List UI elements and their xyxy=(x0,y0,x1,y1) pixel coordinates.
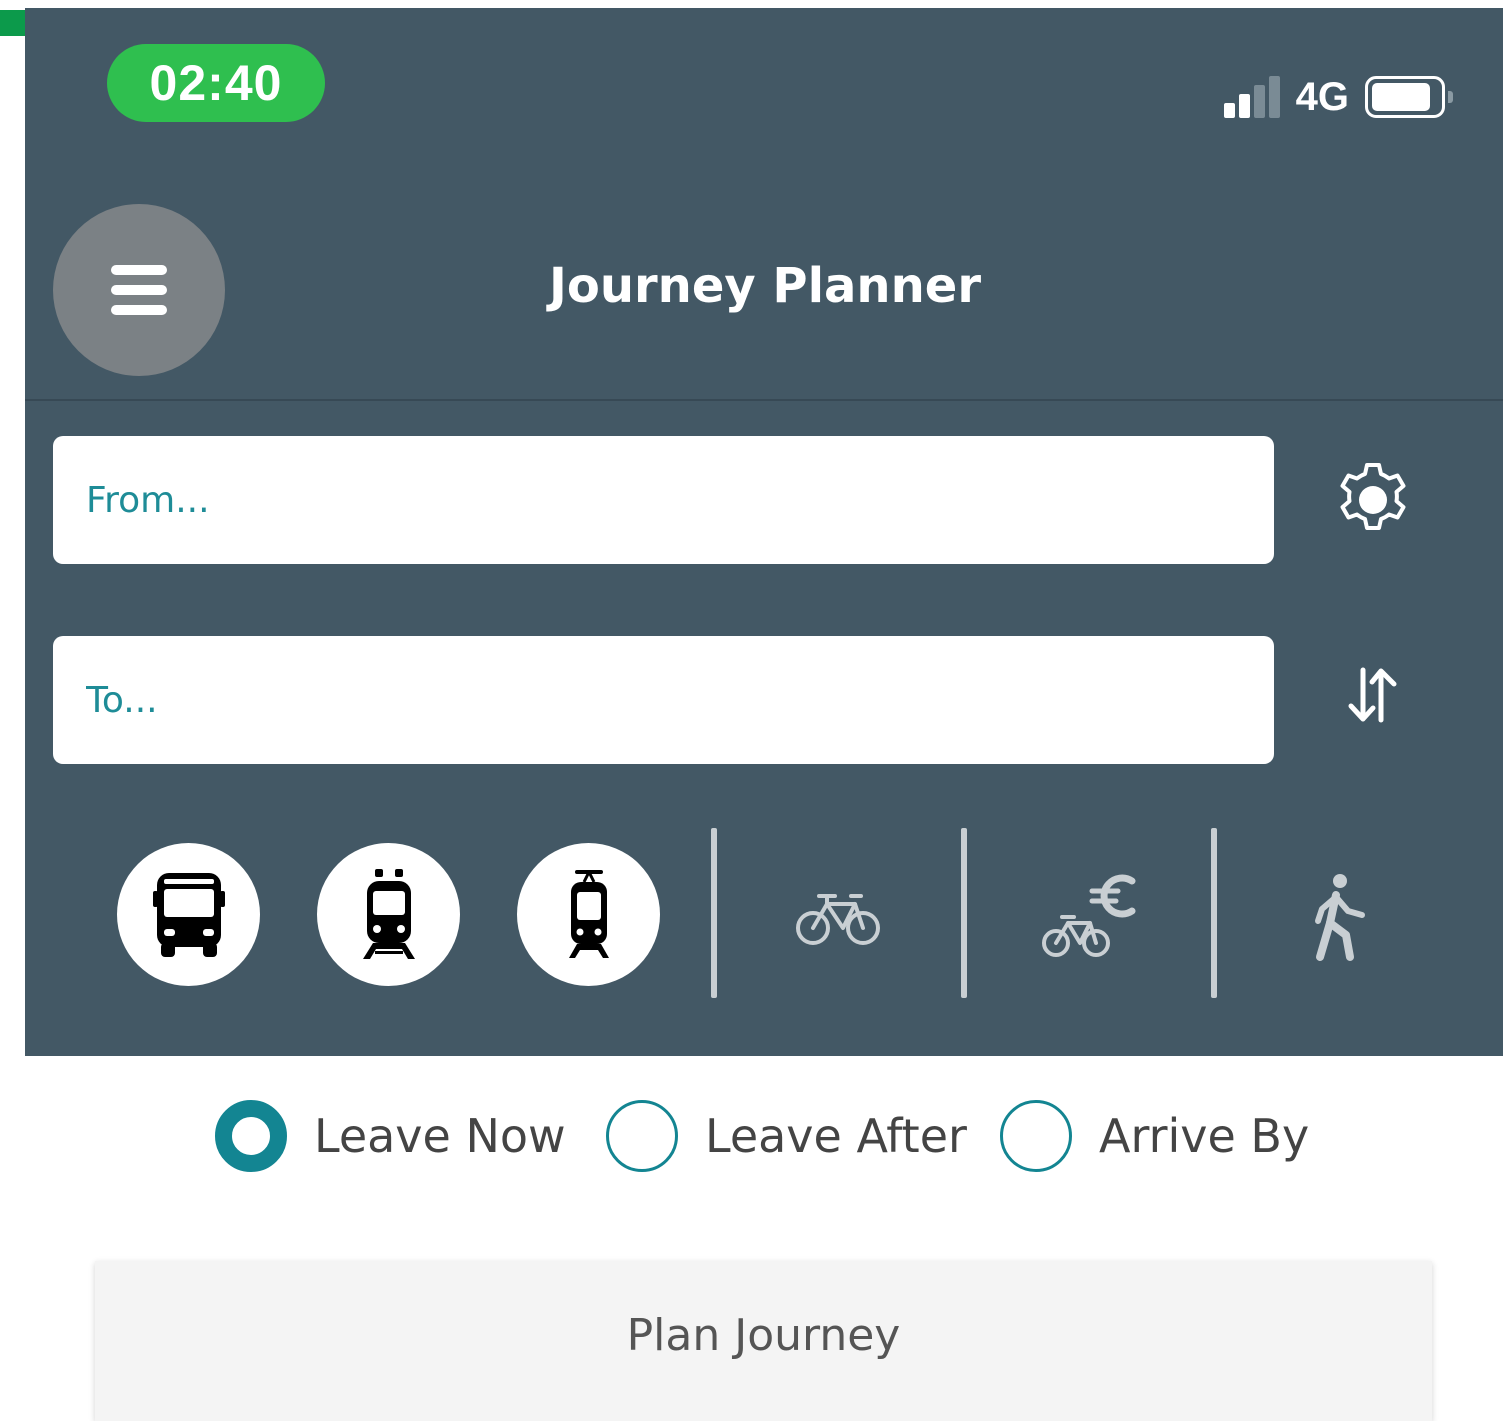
signal-strength-icon xyxy=(1223,76,1280,118)
battery-icon xyxy=(1365,76,1453,118)
tram-icon xyxy=(568,869,609,958)
mode-bike-button[interactable] xyxy=(773,858,903,978)
plan-journey-button[interactable]: Plan Journey xyxy=(95,1261,1432,1421)
leave-after-label: Leave After xyxy=(705,1109,967,1163)
swap-arrows-icon xyxy=(1348,667,1397,723)
leave-now-option[interactable]: Leave Now xyxy=(215,1096,566,1176)
leave-after-option[interactable]: Leave After xyxy=(606,1096,967,1176)
walking-person-icon xyxy=(1315,874,1365,961)
mode-separator xyxy=(961,828,967,998)
bicycle-icon xyxy=(796,894,880,945)
from-input[interactable] xyxy=(53,436,1274,564)
bike-share-euro-icon xyxy=(1042,874,1136,957)
settings-button[interactable] xyxy=(1328,455,1418,545)
arrive-by-option[interactable]: Arrive By xyxy=(1000,1096,1309,1176)
header-panel: 02:40 4G Journey Planner xyxy=(25,8,1503,1056)
bus-icon xyxy=(152,872,225,957)
status-time: 02:40 xyxy=(107,44,325,122)
radio-unchecked-icon[interactable] xyxy=(1000,1100,1072,1172)
mode-bikeshare-button[interactable] xyxy=(1023,858,1153,978)
radio-checked-icon[interactable] xyxy=(215,1100,287,1172)
status-indicators: 4G xyxy=(1223,72,1453,122)
journey-planner-app: 02:40 4G Journey Planner From... To... L… xyxy=(25,8,1503,1421)
swap-button[interactable] xyxy=(1328,650,1418,740)
arrive-by-label: Arrive By xyxy=(1099,1109,1310,1163)
header-divider xyxy=(25,399,1503,401)
network-type: 4G xyxy=(1295,74,1349,119)
leave-now-label: Leave Now xyxy=(314,1109,566,1163)
to-input[interactable] xyxy=(53,636,1274,764)
mode-tram-button[interactable] xyxy=(517,843,660,986)
edge-marker xyxy=(0,10,26,36)
page-title: Journey Planner xyxy=(549,258,981,314)
mode-separator xyxy=(1211,828,1217,998)
gear-icon xyxy=(1340,463,1406,530)
radio-unchecked-icon[interactable] xyxy=(606,1100,678,1172)
mode-walk-button[interactable] xyxy=(1273,858,1403,978)
mode-rail-button[interactable] xyxy=(317,843,460,986)
train-icon xyxy=(362,868,415,959)
mode-separator xyxy=(711,828,717,998)
time-options-group: Leave Now Leave After Arrive By xyxy=(25,1096,1503,1176)
mode-bus-button[interactable] xyxy=(117,843,260,986)
